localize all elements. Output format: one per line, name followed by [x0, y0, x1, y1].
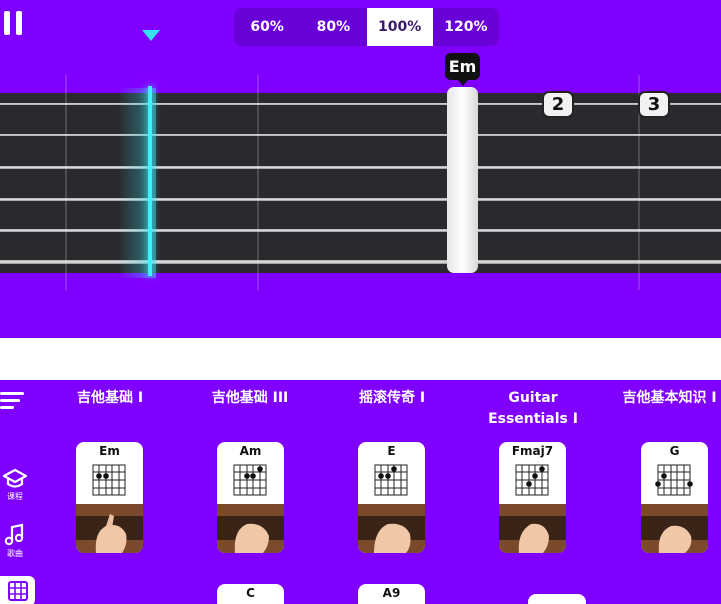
chord-card[interactable]: A9 — [358, 584, 425, 604]
course-title[interactable]: 吉他基本知识 I — [607, 388, 721, 409]
chord-diagram — [515, 464, 549, 496]
chord-card[interactable]: Em — [76, 442, 143, 553]
chord-diagram — [233, 464, 267, 496]
current-chord-label: Em — [445, 53, 480, 86]
chord-card[interactable]: Fmaj7 — [499, 442, 566, 553]
hand-photo — [641, 504, 708, 553]
graduation-cap-icon — [2, 468, 28, 488]
menu-icon[interactable] — [0, 392, 24, 410]
course-title[interactable]: 摇滚传奇 I — [332, 388, 452, 409]
hand-photo — [217, 504, 284, 553]
chord-name: A9 — [382, 586, 401, 600]
hand-photo — [358, 504, 425, 553]
chord-diagram — [655, 464, 693, 496]
speed-option-80[interactable]: 80% — [300, 8, 366, 46]
fret-number-marker: 3 — [638, 91, 670, 118]
fret-line — [65, 75, 67, 290]
guitar-string — [0, 103, 721, 105]
guitar-string — [0, 198, 721, 201]
chord-card[interactable]: E — [358, 442, 425, 553]
chord-name: E — [387, 444, 396, 458]
chord-name: Fmaj7 — [511, 444, 554, 458]
chord-diagram — [374, 464, 408, 496]
speed-selector: 60% 80% 100% 120% — [234, 8, 499, 46]
chord-card[interactable]: G — [641, 442, 708, 553]
practice-player: 60% 80% 100% 120% Em 2 3 — [0, 0, 721, 338]
chord-card[interactable]: C — [217, 584, 284, 604]
sidebar-item-courses[interactable]: 课程 — [0, 468, 30, 502]
guitar-string — [0, 166, 721, 169]
sidebar-item-label: 歌曲 — [7, 549, 23, 558]
course-list-panel: 课程 歌曲 吉他基础 I 吉他基础 III 摇滚传奇 I Guitar Esse… — [0, 380, 721, 604]
pause-button[interactable] — [4, 11, 22, 35]
course-title[interactable]: Guitar Essentials I — [473, 388, 593, 430]
pause-icon-bar-right — [16, 11, 22, 35]
fretboard — [0, 93, 721, 273]
chord-diagram — [92, 464, 126, 496]
fret-line — [257, 75, 259, 290]
playhead-marker-icon — [142, 30, 160, 41]
speed-option-100[interactable]: 100% — [366, 8, 433, 46]
speed-option-60[interactable]: 60% — [234, 8, 300, 46]
guitar-string — [0, 229, 721, 232]
playhead-line — [148, 86, 152, 276]
chord-card[interactable]: Am — [217, 442, 284, 553]
speed-option-120[interactable]: 120% — [433, 8, 499, 46]
course-title[interactable]: 吉他基础 III — [190, 388, 310, 409]
chord-name: Am — [239, 444, 262, 458]
course-title[interactable]: 吉他基础 I — [50, 388, 170, 409]
chord-note-bar[interactable] — [447, 87, 478, 273]
guitar-string — [0, 134, 721, 136]
hand-photo — [499, 504, 566, 553]
chord-card[interactable] — [528, 594, 586, 604]
pause-icon-bar-left — [4, 11, 10, 35]
sidebar-item-chords[interactable] — [0, 576, 35, 604]
sidebar-item-songs[interactable]: 歌曲 — [0, 523, 30, 559]
hand-photo — [76, 504, 143, 553]
music-note-icon — [4, 523, 24, 546]
guitar-string — [0, 260, 721, 264]
sidebar-item-label: 课程 — [7, 492, 23, 501]
chord-name: Em — [99, 444, 120, 458]
chord-name: G — [669, 444, 680, 458]
fret-number-marker: 2 — [542, 91, 574, 118]
chord-grid-icon — [7, 581, 28, 601]
chord-name: C — [246, 586, 255, 600]
